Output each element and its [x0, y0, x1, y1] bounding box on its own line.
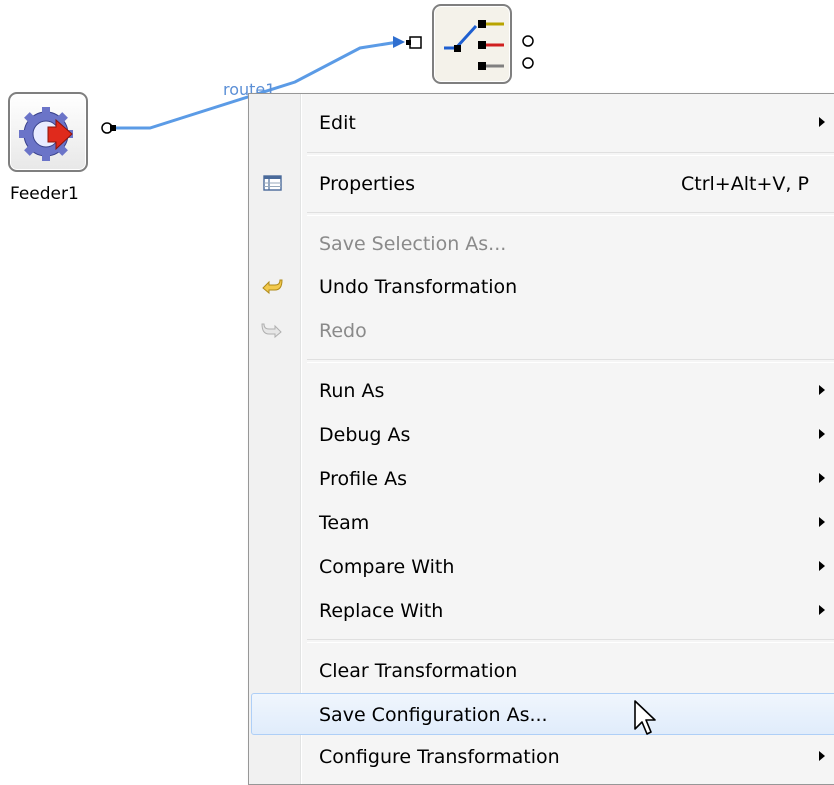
context-menu: Edit Properties Ctrl+Alt+V, P Save Selec…: [248, 93, 834, 785]
feeder-gear-icon: [19, 107, 73, 161]
undo-arrow-icon: [259, 273, 285, 299]
submenu-arrow-icon: [819, 117, 825, 127]
menu-item-label: Configure Transformation: [319, 746, 560, 768]
menu-item-undo-transformation[interactable]: Undo Transformation: [251, 267, 834, 305]
menu-item-save-selection-as[interactable]: Save Selection As...: [251, 224, 834, 262]
menu-item-label: Redo: [319, 320, 367, 342]
menu-item-label: Edit: [319, 112, 356, 134]
menu-item-configure-transformation[interactable]: Configure Transformation: [251, 737, 834, 775]
menu-item-label: Save Configuration As...: [319, 704, 548, 726]
menu-item-shortcut: Ctrl+Alt+V, P: [681, 173, 809, 195]
menu-item-label: Profile As: [319, 468, 408, 490]
redo-arrow-icon: [259, 317, 285, 343]
submenu-arrow-icon: [819, 751, 825, 761]
submenu-arrow-icon: [819, 429, 825, 439]
menu-item-replace-with[interactable]: Replace With: [251, 591, 834, 629]
menu-item-label: Run As: [319, 380, 385, 402]
submenu-arrow-icon: [819, 517, 825, 527]
menu-item-redo[interactable]: Redo: [251, 311, 834, 349]
feeder-node[interactable]: [8, 92, 88, 172]
submenu-arrow-icon: [819, 385, 825, 395]
menu-item-profile-as[interactable]: Profile As: [251, 459, 834, 497]
menu-item-team[interactable]: Team: [251, 503, 834, 541]
menu-item-edit[interactable]: Edit: [251, 103, 834, 141]
menu-separator: [307, 152, 834, 156]
menu-item-label: Compare With: [319, 556, 455, 578]
menu-item-label: Save Selection As...: [319, 233, 507, 255]
menu-item-clear-transformation[interactable]: Clear Transformation: [251, 651, 834, 689]
mouse-pointer-icon: [634, 700, 656, 735]
menu-item-run-as[interactable]: Run As: [251, 371, 834, 409]
menu-separator: [307, 212, 834, 216]
menu-item-properties[interactable]: Properties Ctrl+Alt+V, P: [251, 164, 834, 202]
menu-separator: [307, 359, 834, 363]
menu-item-label: Debug As: [319, 424, 411, 446]
splitter-output-port-1[interactable]: [522, 35, 534, 47]
properties-table-icon: [259, 170, 285, 196]
splitter-input-port[interactable]: [409, 36, 422, 49]
submenu-arrow-icon: [819, 561, 825, 571]
submenu-arrow-icon: [819, 605, 825, 615]
feeder-node-label: Feeder1: [10, 184, 79, 204]
submenu-arrow-icon: [819, 473, 825, 483]
splitter-output-port-2[interactable]: [522, 57, 534, 69]
menu-item-label: Clear Transformation: [319, 660, 518, 682]
splitter-switch-icon: [444, 20, 504, 70]
menu-item-label: Replace With: [319, 600, 444, 622]
menu-item-compare-with[interactable]: Compare With: [251, 547, 834, 585]
menu-item-label: Properties: [319, 173, 416, 195]
menu-item-debug-as[interactable]: Debug As: [251, 415, 834, 453]
menu-item-label: Undo Transformation: [319, 276, 518, 298]
splitter-node[interactable]: [432, 4, 512, 84]
menu-item-label: Team: [319, 512, 370, 534]
menu-item-save-configuration-as[interactable]: Save Configuration As...: [251, 693, 834, 735]
menu-separator: [307, 639, 834, 643]
route-arrowhead: [393, 36, 405, 48]
